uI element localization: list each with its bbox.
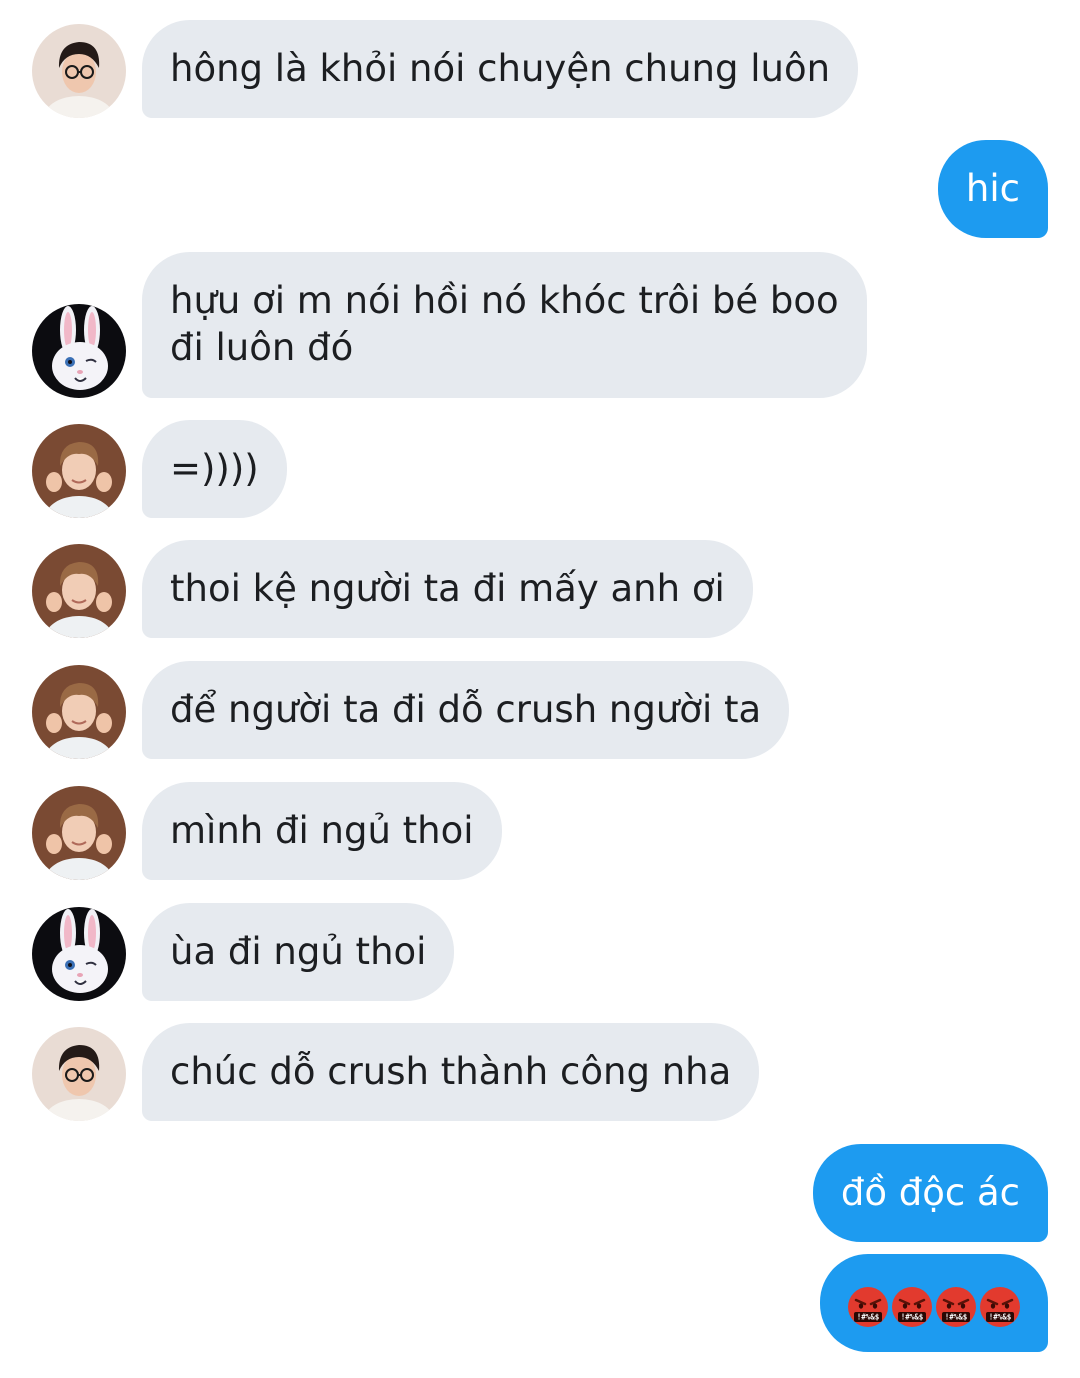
angry-symbols-face-icon: !#%&$ [892, 1286, 932, 1327]
avatar-bunny[interactable] [32, 907, 126, 1001]
message-text: chúc dỗ crush thành công nha [170, 1050, 732, 1093]
bunny-icon [32, 907, 126, 1001]
person-glasses-icon [32, 24, 126, 118]
message-text: ùa đi ngủ thoi [170, 930, 427, 973]
message-bubble-emoji[interactable]: !#%&$ !#%&$ !#%&$ !#%&$ [820, 1254, 1048, 1352]
message-bubble[interactable]: mình đi ngủ thoi [142, 782, 502, 880]
angry-symbols-face-icon: !#%&$ [980, 1286, 1020, 1327]
bunny-icon [32, 304, 126, 398]
message-bubble[interactable]: hựu ơi m nói hồi nó khóc trôi bé boo đi … [142, 252, 867, 398]
message-text-line-2: đi luôn đó [170, 326, 354, 369]
message-text: hựu ơi m nói hồi nó khóc trôi bé boo [170, 279, 839, 322]
emoji-symbol-text: !#%&$ [989, 1312, 1012, 1321]
message-text: để người ta đi dỗ crush người ta [170, 688, 762, 731]
emoji-symbol-text: !#%&$ [857, 1312, 880, 1321]
message-bubble[interactable]: thoi kệ người ta đi mấy anh ơi [142, 540, 753, 638]
person-heart-hands-icon [32, 424, 126, 518]
message-text: mình đi ngủ thoi [170, 809, 474, 852]
avatar-heart-guy[interactable] [32, 544, 126, 638]
angry-symbols-face-icon: !#%&$ [936, 1286, 976, 1327]
avatar-bunny[interactable] [32, 304, 126, 398]
avatar-heart-guy[interactable] [32, 786, 126, 880]
emoji-symbol-text: !#%&$ [901, 1312, 924, 1321]
message-text: hic [965, 167, 1020, 210]
message-bubble[interactable]: =)))) [142, 420, 287, 518]
message-text: đồ độc ác [840, 1171, 1020, 1214]
message-bubble[interactable]: để người ta đi dỗ crush người ta [142, 661, 790, 759]
message-text: thoi kệ người ta đi mấy anh ơi [170, 567, 725, 610]
message-bubble[interactable]: ùa đi ngủ thoi [142, 903, 455, 1001]
avatar-heart-guy[interactable] [32, 665, 126, 759]
message-bubble[interactable]: hông là khỏi nói chuyện chung luôn [142, 20, 859, 118]
emoji-symbol-text: !#%&$ [945, 1312, 968, 1321]
message-bubble[interactable]: chúc dỗ crush thành công nha [142, 1023, 760, 1121]
emoji-group: !#%&$ !#%&$ !#%&$ !#%&$ [846, 1283, 1022, 1327]
message-bubble-outgoing[interactable]: đồ độc ác [812, 1144, 1048, 1242]
person-heart-hands-icon [32, 786, 126, 880]
person-glasses-icon [32, 1027, 126, 1121]
angry-symbols-face-icon: !#%&$ [848, 1286, 888, 1327]
avatar-glasses-guy[interactable] [32, 24, 126, 118]
message-text: =)))) [170, 447, 259, 490]
avatar-heart-guy[interactable] [32, 424, 126, 518]
message-text: hông là khỏi nói chuyện chung luôn [170, 47, 831, 90]
avatar-glasses-guy[interactable] [32, 1027, 126, 1121]
person-heart-hands-icon [32, 544, 126, 638]
message-bubble-outgoing[interactable]: hic [937, 140, 1048, 238]
person-heart-hands-icon [32, 665, 126, 759]
